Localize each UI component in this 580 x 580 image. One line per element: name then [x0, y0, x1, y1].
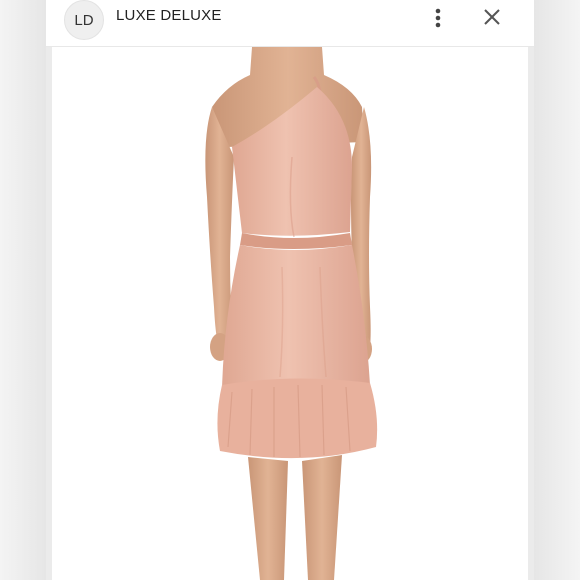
- more-vertical-icon: [435, 8, 441, 28]
- app-frame: LD LUXE DELUXE: [0, 0, 580, 580]
- close-icon: [484, 9, 500, 25]
- close-button[interactable]: [480, 4, 504, 30]
- avatar[interactable]: LD: [64, 0, 104, 40]
- product-photo[interactable]: [52, 47, 528, 580]
- right-backdrop: [534, 0, 580, 580]
- left-backdrop: [0, 0, 46, 580]
- more-options-button[interactable]: [428, 6, 448, 30]
- page-title[interactable]: LUXE DELUXE: [116, 7, 222, 24]
- dress-illustration: [52, 47, 528, 580]
- header-bar: LD LUXE DELUXE: [46, 0, 534, 47]
- avatar-initials: LD: [74, 11, 94, 29]
